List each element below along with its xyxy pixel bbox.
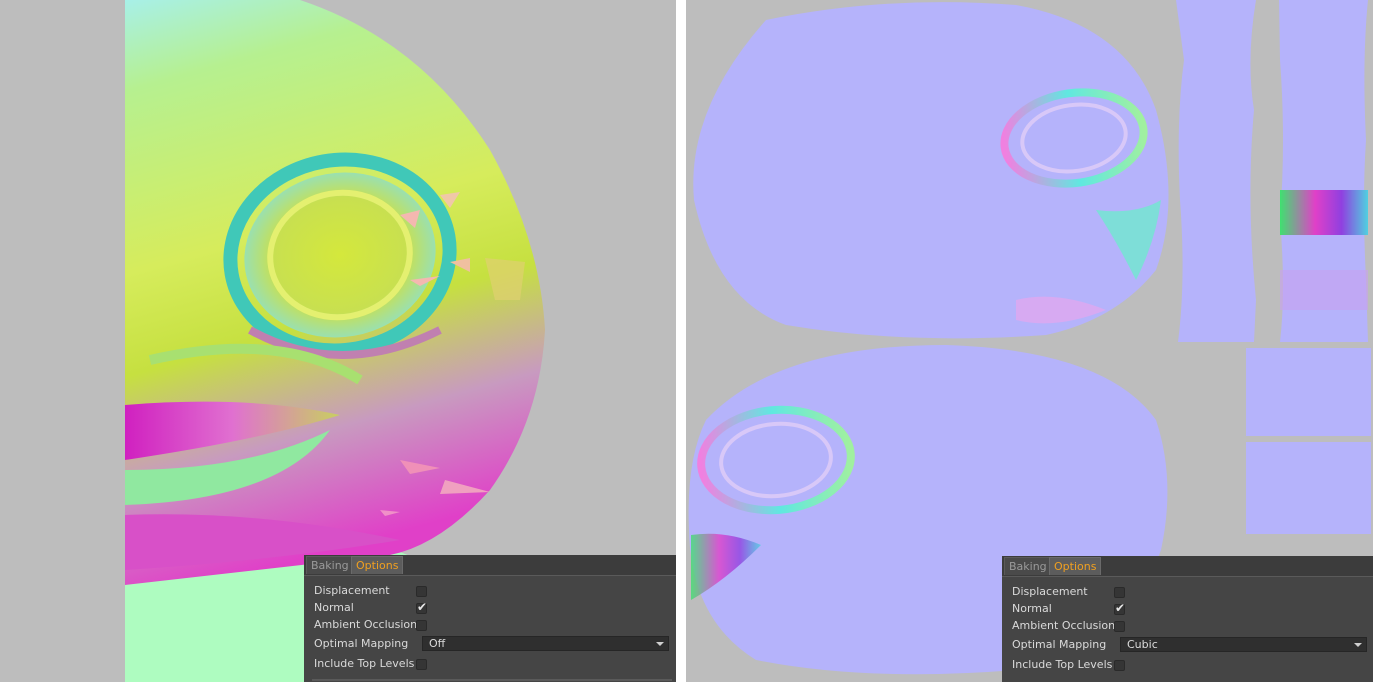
include-top-levels-checkbox[interactable]	[416, 659, 427, 670]
include-top-levels-label: Include Top Levels	[314, 657, 415, 670]
include-top-levels-row: Include Top Levels	[314, 656, 669, 672]
normal-checkbox[interactable]: ✔	[1114, 601, 1125, 615]
check-mark-icon: ✔	[1115, 601, 1126, 615]
panel-divider	[312, 679, 672, 681]
normal-checkbox[interactable]: ✔	[416, 600, 427, 614]
include-top-levels-label: Include Top Levels	[1012, 658, 1113, 671]
include-top-levels-row: Include Top Levels	[1012, 657, 1367, 673]
tab-baking[interactable]: Baking	[1004, 557, 1052, 575]
check-mark-icon: ✔	[417, 600, 428, 614]
chevron-down-icon	[656, 642, 664, 646]
ambient-occlusion-row: Ambient Occlusion	[314, 617, 669, 633]
optimal-mapping-value: Cubic	[1127, 638, 1158, 651]
chevron-down-icon	[1354, 643, 1362, 647]
displacement-label: Displacement	[314, 584, 390, 597]
normal-row: Normal ✔	[314, 600, 669, 616]
optimal-mapping-row: Optimal Mapping Off	[314, 636, 669, 652]
normal-label: Normal	[314, 601, 354, 614]
optimal-mapping-select[interactable]: Off	[422, 636, 669, 651]
tab-baking[interactable]: Baking	[306, 556, 354, 574]
include-top-levels-checkbox[interactable]	[1114, 660, 1125, 671]
displacement-label: Displacement	[1012, 585, 1088, 598]
displacement-row: Displacement	[1012, 584, 1367, 600]
optimal-mapping-select[interactable]: Cubic	[1120, 637, 1367, 652]
panel-tabs: Baking Options	[1002, 556, 1373, 577]
optimal-mapping-label: Optimal Mapping	[314, 637, 409, 650]
ambient-occlusion-row: Ambient Occlusion	[1012, 618, 1367, 634]
ambient-occlusion-label: Ambient Occlusion	[314, 618, 418, 631]
ambient-occlusion-checkbox[interactable]	[1114, 621, 1125, 632]
ambient-occlusion-label: Ambient Occlusion	[1012, 619, 1116, 632]
optimal-mapping-row: Optimal Mapping Cubic	[1012, 637, 1367, 653]
right-uv-viewport[interactable]: Baking Options Displacement Normal ✔ Amb…	[686, 0, 1373, 682]
displacement-checkbox[interactable]	[416, 586, 427, 597]
displacement-row: Displacement	[314, 583, 669, 599]
ambient-occlusion-checkbox[interactable]	[416, 620, 427, 631]
optimal-mapping-label: Optimal Mapping	[1012, 638, 1107, 651]
tab-options[interactable]: Options	[1049, 557, 1102, 575]
bake-options-panel-right: Baking Options Displacement Normal ✔ Amb…	[1002, 556, 1373, 682]
tab-options[interactable]: Options	[351, 556, 404, 574]
normal-row: Normal ✔	[1012, 601, 1367, 617]
optimal-mapping-value: Off	[429, 637, 446, 650]
panel-tabs: Baking Options	[304, 555, 676, 576]
displacement-checkbox[interactable]	[1114, 587, 1125, 598]
viewport-divider	[676, 0, 686, 682]
left-3d-viewport[interactable]: Baking Options Displacement Normal ✔ Amb…	[0, 0, 676, 682]
normal-label: Normal	[1012, 602, 1052, 615]
bake-options-panel-left: Baking Options Displacement Normal ✔ Amb…	[304, 555, 676, 682]
